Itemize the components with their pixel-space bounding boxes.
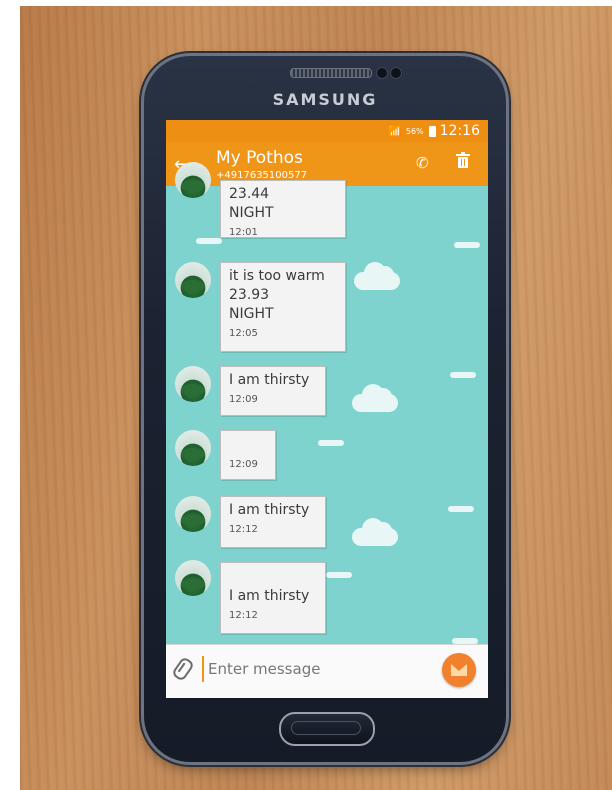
brand-logo: SAMSUNG xyxy=(272,90,378,109)
message-text: I am thirsty xyxy=(229,502,310,518)
contact-avatar[interactable] xyxy=(175,430,211,466)
cloud-decoration xyxy=(352,518,398,546)
phone-device: SAMSUNG 📶 56% 12:16 ← My Pothos +4917635… xyxy=(144,56,506,762)
cloud-decoration xyxy=(352,384,398,412)
message-text: I am thirsty xyxy=(229,372,310,388)
message-composer xyxy=(166,644,488,698)
envelope-icon xyxy=(451,664,467,676)
message-text: I am thirsty xyxy=(229,588,310,604)
message-time: 12:01 xyxy=(229,227,258,238)
message-time: 12:12 xyxy=(229,524,258,535)
trash-icon[interactable] xyxy=(456,152,470,169)
message-bubble[interactable]: I am thirsty 12:12 xyxy=(220,562,326,634)
cloud-decoration xyxy=(318,440,344,446)
message-bubble[interactable]: I am thirsty 12:12 xyxy=(220,496,326,548)
contact-avatar[interactable] xyxy=(175,162,211,198)
home-button[interactable] xyxy=(279,712,375,746)
phone-icon[interactable]: ✆ xyxy=(416,154,429,172)
message-time: 12:05 xyxy=(229,328,258,339)
contact-avatar[interactable] xyxy=(175,496,211,532)
message-text: it is too warm 23.93 NIGHT xyxy=(229,268,325,322)
message-bubble[interactable]: 12:09 xyxy=(220,430,276,480)
wifi-icon: 📶 xyxy=(388,124,402,138)
message-bubble[interactable]: it is too warm 23.93 NIGHT 12:05 xyxy=(220,262,346,352)
cloud-decoration xyxy=(454,242,480,248)
message-text xyxy=(229,435,267,455)
message-bubble[interactable]: I am thirsty 12:09 xyxy=(220,366,326,416)
message-time: 12:09 xyxy=(229,394,258,405)
cloud-decoration xyxy=(448,506,474,512)
cloud-decoration xyxy=(326,572,352,578)
paperclip-icon[interactable] xyxy=(170,655,196,683)
message-text: 23.44 NIGHT xyxy=(229,186,274,221)
cloud-decoration xyxy=(450,372,476,378)
send-button[interactable] xyxy=(442,653,476,687)
message-bubble[interactable]: 23.44 NIGHT 12:01 xyxy=(220,180,346,238)
message-time: 12:09 xyxy=(229,459,258,470)
status-bar: 📶 56% 12:16 xyxy=(166,120,488,142)
message-input[interactable] xyxy=(202,656,440,682)
contact-avatar[interactable] xyxy=(175,366,211,402)
contact-name: My Pothos xyxy=(216,148,303,168)
battery-icon xyxy=(428,125,436,137)
contact-avatar[interactable] xyxy=(175,262,211,298)
cloud-decoration xyxy=(196,238,222,244)
message-time: 12:12 xyxy=(229,610,258,621)
message-list[interactable]: 23.44 NIGHT 12:01 it is too warm 23.93 N… xyxy=(166,162,488,644)
phone-screen: 📶 56% 12:16 ← My Pothos +4917635100577 ✆ xyxy=(166,120,488,698)
proximity-sensor xyxy=(390,67,402,79)
contact-avatar[interactable] xyxy=(175,560,211,596)
front-camera xyxy=(376,67,388,79)
cloud-decoration xyxy=(354,262,400,290)
battery-percent: 56% xyxy=(405,126,424,136)
earpiece-speaker xyxy=(290,68,372,78)
status-time: 12:16 xyxy=(439,123,480,139)
